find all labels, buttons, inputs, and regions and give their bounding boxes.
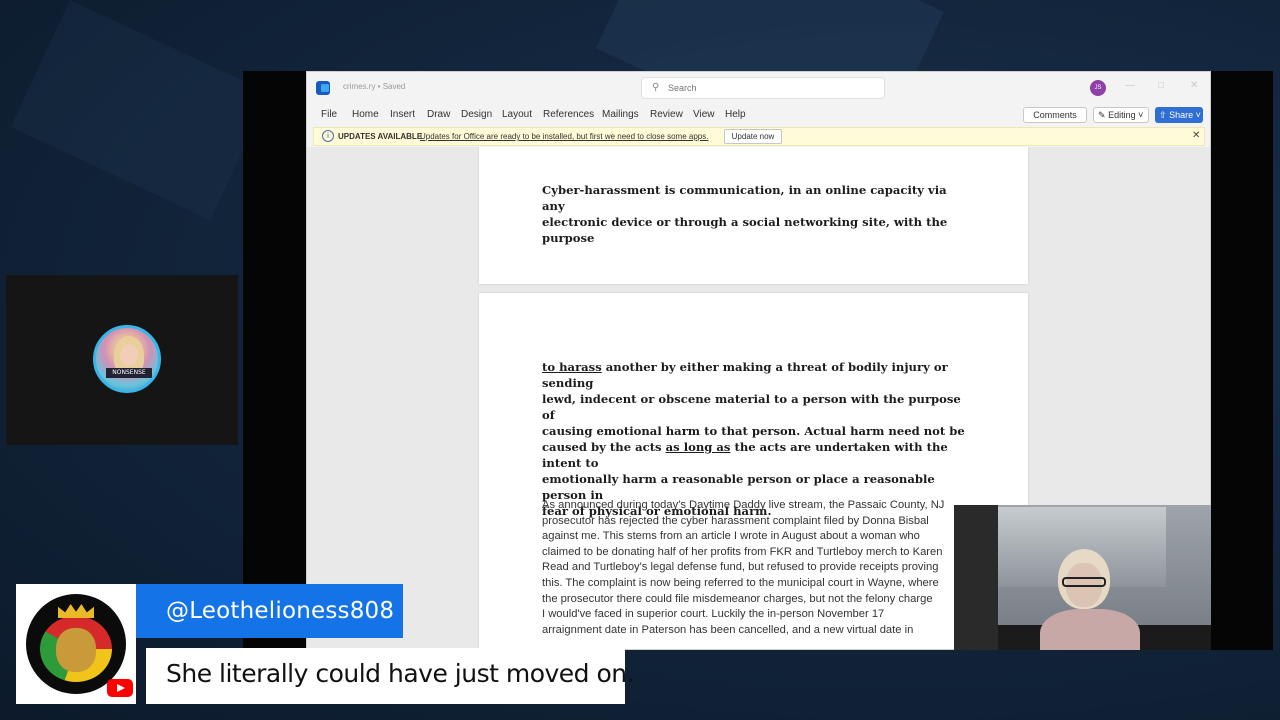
text-line: to harass another by either making a thr… [542, 359, 967, 391]
document-title[interactable]: crimes.ry • Saved [343, 82, 405, 91]
word-app-icon [316, 81, 330, 95]
tab-design[interactable]: Design [461, 109, 492, 120]
chat-message-banner: She literally could have just moved on. [146, 648, 635, 704]
webcam-shadow [954, 505, 998, 650]
text-span: caused by the acts [542, 440, 666, 454]
underlined-text: to harass [542, 360, 602, 374]
youtube-icon [107, 679, 133, 697]
comments-button-label: Comments [1033, 110, 1077, 120]
text-line: electronic device or through a social ne… [542, 215, 948, 245]
info-icon: i [322, 130, 334, 142]
document-page: to harass another by either making a thr… [479, 293, 1028, 649]
update-message-link[interactable]: Updates for Office are ready to be insta… [420, 132, 708, 141]
channel-logo-badge: NONSENSE [106, 368, 152, 378]
minimize-icon[interactable]: — [1125, 80, 1135, 91]
editing-mode-button[interactable]: ✎ Editing ˅ [1093, 107, 1149, 123]
search-box[interactable]: ⚲ [641, 77, 885, 99]
underlined-text: as long as [665, 440, 731, 454]
text-line: claimed to be donating half of her profi… [542, 545, 943, 558]
definition-paragraph: to harass another by either making a thr… [542, 359, 967, 519]
text-line: against me. This stems from an article I… [542, 530, 920, 543]
text-line: the prosecutor there could file misdemea… [542, 592, 933, 605]
text-line: I would've faced in superior court. Luck… [542, 608, 885, 621]
text-line: prosecutor has rejected the cyber harass… [542, 514, 929, 527]
share-icon: ⇧ [1159, 110, 1167, 120]
chat-message: She literally could have just moved on. [166, 659, 635, 688]
text-line: As announced during today's Daytime Dadd… [542, 499, 945, 511]
tab-view[interactable]: View [693, 109, 715, 120]
search-icon: ⚲ [652, 82, 660, 93]
webcam-feed [954, 505, 1211, 650]
text-line: caused by the acts as long as the acts a… [542, 439, 967, 471]
crown-icon [58, 604, 94, 618]
text-line: causing emotional harm to that person. A… [542, 424, 965, 438]
title-bar: crimes.ry • Saved ⚲ JS — □ ✕ [307, 72, 1210, 104]
comments-button[interactable]: Comments [1023, 107, 1087, 123]
text-line: Read and Turtleboy's legal defense fund,… [542, 561, 939, 574]
tab-references[interactable]: References [543, 109, 594, 120]
tab-review[interactable]: Review [650, 109, 683, 120]
share-button-label: Share [1169, 110, 1194, 120]
text-span: another by either making a threat of bod… [542, 360, 948, 390]
pencil-icon: ✎ [1098, 110, 1106, 120]
editing-button-label: Editing [1108, 110, 1136, 120]
update-title: UPDATES AVAILABLE [338, 132, 423, 141]
share-button[interactable]: ⇧ Share ˅ [1155, 107, 1203, 123]
chevron-down-icon: ˅ [1195, 110, 1201, 120]
text-line: arraignment date in Paterson has been ca… [542, 623, 914, 636]
text-line: this. The complaint is now being referre… [542, 576, 939, 589]
side-logo-panel: NONSENSE [6, 275, 238, 445]
chevron-down-icon: ˅ [1138, 110, 1144, 120]
chat-avatar-frame [16, 584, 136, 704]
document-page: Cyber-harassment is communication, in an… [479, 147, 1028, 284]
tab-draw[interactable]: Draw [427, 109, 450, 120]
chat-username-banner: @Leothelioness808 [136, 584, 403, 638]
close-window-icon[interactable]: ✕ [1190, 80, 1198, 91]
maximize-icon[interactable]: □ [1158, 80, 1164, 91]
channel-logo-avatar: NONSENSE [93, 325, 161, 393]
text-line: lewd, indecent or obscene material to a … [542, 392, 961, 422]
text-line: Cyber-harassment is communication, in an… [542, 183, 947, 213]
article-paragraph: As announced during today's Daytime Dadd… [542, 498, 962, 638]
tab-home[interactable]: Home [352, 109, 379, 120]
chat-username: @Leothelioness808 [166, 598, 395, 624]
tab-help[interactable]: Help [725, 109, 746, 120]
tab-layout[interactable]: Layout [502, 109, 532, 120]
close-icon[interactable]: ✕ [1192, 130, 1200, 141]
page1-paragraph: Cyber-harassment is communication, in an… [542, 182, 967, 246]
update-now-button[interactable]: Update now [724, 129, 782, 144]
tab-mailings[interactable]: Mailings [602, 109, 639, 120]
user-avatar[interactable]: JS [1090, 80, 1106, 96]
streamer-figure [1040, 549, 1140, 650]
tab-insert[interactable]: Insert [390, 109, 415, 120]
update-notification-bar: i UPDATES AVAILABLE Updates for Office a… [313, 127, 1205, 146]
background-shape [10, 0, 270, 220]
tab-file[interactable]: File [321, 109, 337, 120]
search-input[interactable] [668, 81, 868, 95]
